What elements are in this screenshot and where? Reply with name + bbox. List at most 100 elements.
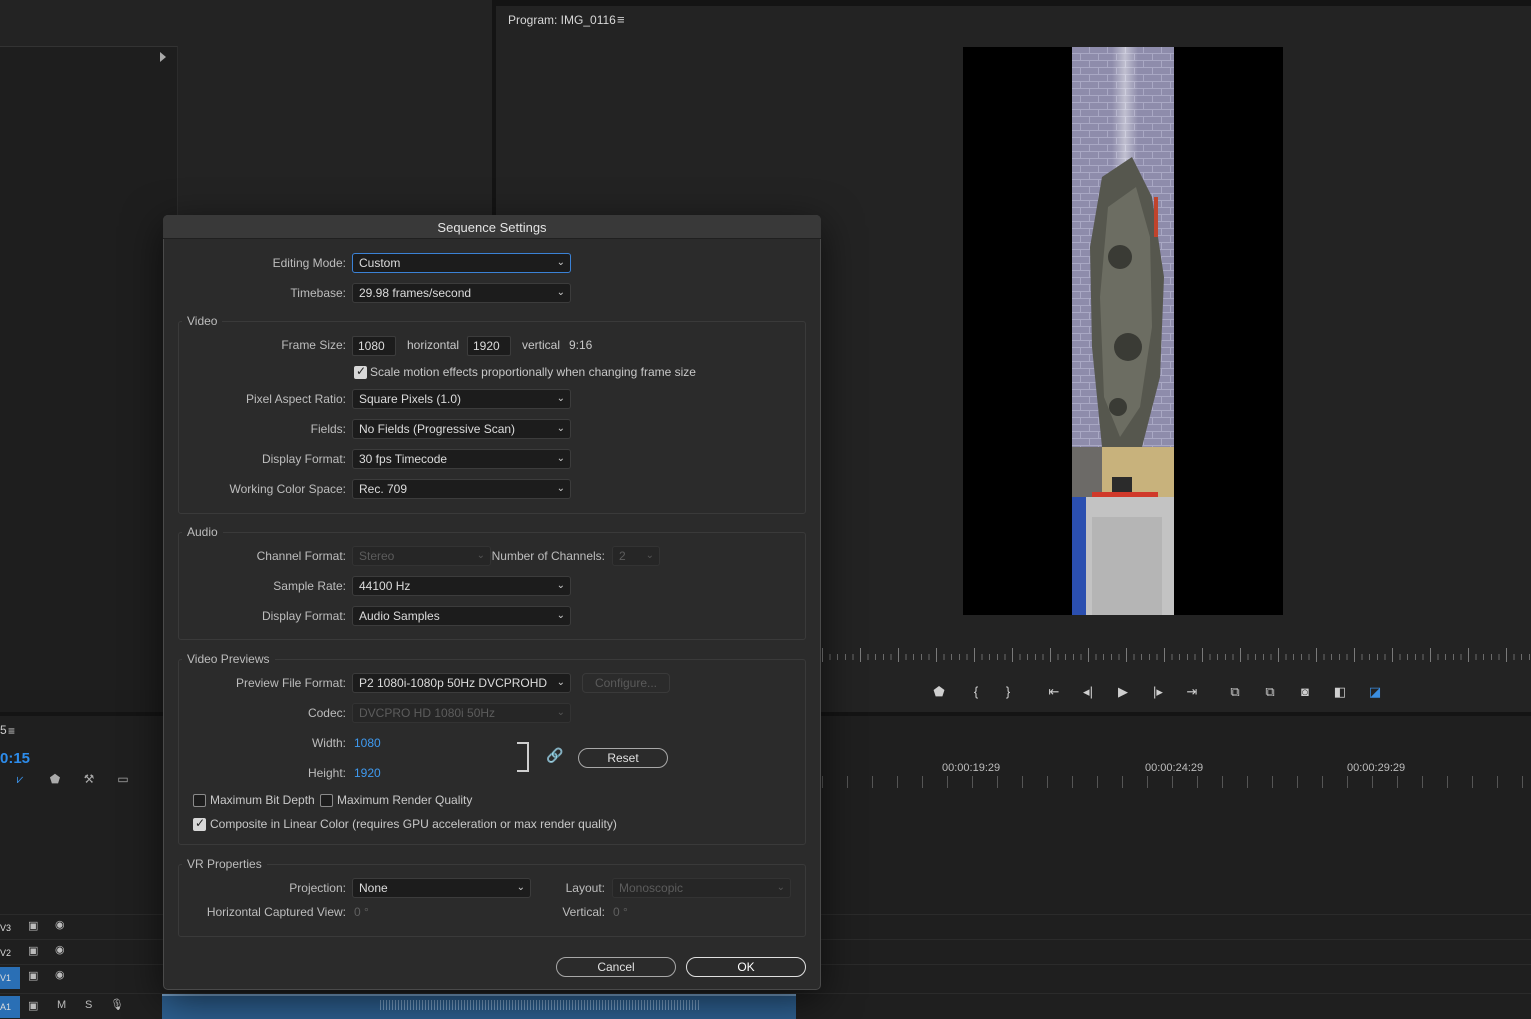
projection-value: None <box>359 881 388 895</box>
color-space-value: Rec. 709 <box>359 482 408 496</box>
mark-in-icon[interactable]: { <box>967 683 985 701</box>
eye-icon[interactable]: ◉ <box>55 968 65 981</box>
extract-icon[interactable]: ⧉ <box>1261 683 1279 701</box>
ruler-label: 00:00:24:29 <box>1145 762 1204 774</box>
cancel-button[interactable]: Cancel <box>556 957 676 977</box>
num-channels-select: 2 ⌄ <box>612 546 660 566</box>
chain-link-icon[interactable]: 🔗 <box>546 747 563 764</box>
eye-icon[interactable]: ◉ <box>55 918 65 931</box>
layout-label: Layout: <box>565 881 605 895</box>
linear-color-checkbox[interactable] <box>193 816 206 831</box>
track-label[interactable]: A1 <box>0 996 20 1018</box>
go-to-in-icon[interactable]: ⇤ <box>1045 683 1063 701</box>
audio-display-format-select[interactable]: Audio Samples ⌄ <box>352 606 571 626</box>
chevron-down-icon: ⌄ <box>556 393 565 404</box>
preview-width-label: Width: <box>311 736 346 750</box>
solo-button[interactable]: S <box>85 999 92 1011</box>
sample-rate-select[interactable]: 44100 Hz ⌄ <box>352 576 571 596</box>
color-space-select[interactable]: Rec. 709 ⌄ <box>352 479 571 499</box>
audio-display-format-value: Audio Samples <box>359 609 440 623</box>
projection-label: Projection: <box>289 881 346 895</box>
timeline-menu-icon[interactable]: ≡ <box>8 724 15 738</box>
chevron-down-icon: ⌄ <box>556 257 565 268</box>
comparison-view-icon[interactable]: ◧ <box>1331 683 1349 701</box>
pixel-aspect-value: Square Pixels (1.0) <box>359 392 462 406</box>
film-icon[interactable]: ▣ <box>28 999 38 1012</box>
scale-motion-checkbox[interactable] <box>354 364 367 379</box>
mark-out-icon[interactable]: } <box>999 683 1017 701</box>
proxy-toggle-icon[interactable]: ◪ <box>1366 683 1384 701</box>
film-icon[interactable]: ▣ <box>28 919 38 932</box>
layout-value: Monoscopic <box>619 881 684 895</box>
timeline-tab-label[interactable]: 5 <box>0 723 7 737</box>
timebase-label: Timebase: <box>290 286 346 300</box>
video-group-title: Video <box>182 314 223 328</box>
preview-height-label: Height: <box>307 766 346 780</box>
link-bracket <box>517 742 529 772</box>
timeline-marker-icon[interactable]: ⬟ <box>47 772 63 786</box>
source-subpanel <box>0 46 178 690</box>
program-monitor-title[interactable]: Program: IMG_0116 <box>508 13 616 27</box>
wrench-icon[interactable]: ⚒ <box>81 772 97 786</box>
export-frame-icon[interactable]: ◙ <box>1296 683 1314 701</box>
vr-group-title: VR Properties <box>182 857 267 871</box>
frame-height-field[interactable]: 1920 <box>467 336 511 356</box>
video-display-format-select[interactable]: 30 fps Timecode ⌄ <box>352 449 571 469</box>
max-render-quality-label[interactable]: Maximum Render Quality <box>337 793 472 807</box>
num-channels-value: 2 <box>619 549 626 563</box>
projection-select[interactable]: None ⌄ <box>352 878 531 898</box>
vertical-label: vertical <box>522 338 561 352</box>
chevron-down-icon: ⌄ <box>476 550 485 561</box>
timebase-select[interactable]: 29.98 frames/second ⌄ <box>352 283 571 303</box>
chevron-down-icon: ⌄ <box>556 677 565 688</box>
fields-value: No Fields (Progressive Scan) <box>359 422 516 436</box>
film-icon[interactable]: ▣ <box>28 944 38 957</box>
scale-motion-label[interactable]: Scale motion effects proportionally when… <box>370 365 696 379</box>
step-back-icon[interactable]: ◂| <box>1079 683 1097 701</box>
play-icon[interactable]: ▶ <box>1114 683 1132 701</box>
chevron-down-icon: ⌄ <box>645 550 654 561</box>
ok-button[interactable]: OK <box>686 957 806 977</box>
linear-color-label[interactable]: Composite in Linear Color (requires GPU … <box>210 817 617 831</box>
preview-format-value: P2 1080i-1080p 50Hz DVCPROHD <box>359 676 548 690</box>
pixel-aspect-label: Pixel Aspect Ratio: <box>245 392 346 406</box>
chevron-down-icon: ⌄ <box>556 580 565 591</box>
microphone-icon[interactable]: 🎙 <box>110 998 124 1011</box>
mute-button[interactable]: M <box>57 999 66 1011</box>
add-marker-icon[interactable]: ⬟ <box>930 683 948 701</box>
chevron-down-icon: ⌄ <box>556 287 565 298</box>
preview-format-label: Preview File Format: <box>235 676 346 690</box>
preview-height-value[interactable]: 1920 <box>354 766 381 780</box>
expand-arrow-icon[interactable] <box>160 52 166 62</box>
preview-width-value[interactable]: 1080 <box>354 736 381 750</box>
preview-format-select[interactable]: P2 1080i-1080p 50Hz DVCPROHD ⌄ <box>352 673 571 693</box>
film-icon[interactable]: ▣ <box>28 969 38 982</box>
timeline-timecode[interactable]: 0:15 <box>0 750 30 767</box>
track-label[interactable]: V1 <box>0 967 20 989</box>
panel-menu-icon[interactable]: ≡ <box>617 12 625 27</box>
max-render-quality-checkbox[interactable] <box>320 794 333 807</box>
captions-icon[interactable]: ▭ <box>115 772 131 786</box>
max-bit-depth-label[interactable]: Maximum Bit Depth <box>210 793 315 807</box>
eye-icon[interactable]: ◉ <box>55 943 65 956</box>
chevron-down-icon: ⌄ <box>516 882 525 893</box>
editing-mode-select[interactable]: Custom ⌄ <box>352 253 571 273</box>
editing-mode-label: Editing Mode: <box>272 256 346 270</box>
audio-display-format-label: Display Format: <box>261 609 346 623</box>
frame-width-field[interactable]: 1080 <box>352 336 396 356</box>
codec-value: DVCPRO HD 1080i 50Hz <box>359 706 496 720</box>
timeline-ruler[interactable] <box>822 776 1531 788</box>
aspect-ratio-readout: 9:16 <box>569 338 593 352</box>
codec-label: Codec: <box>307 706 346 720</box>
go-to-out-icon[interactable]: ⇥ <box>1183 683 1201 701</box>
chevron-down-icon: ⌄ <box>556 707 565 718</box>
snap-icon[interactable]: ⩗ <box>12 772 28 786</box>
max-bit-depth-checkbox[interactable] <box>193 794 206 807</box>
fields-select[interactable]: No Fields (Progressive Scan) ⌄ <box>352 419 571 439</box>
editing-mode-value: Custom <box>359 256 401 270</box>
lift-icon[interactable]: ⧉ <box>1226 683 1244 701</box>
step-forward-icon[interactable]: |▸ <box>1149 683 1167 701</box>
sample-rate-value: 44100 Hz <box>359 579 411 593</box>
reset-button[interactable]: Reset <box>578 748 668 768</box>
pixel-aspect-select[interactable]: Square Pixels (1.0) ⌄ <box>352 389 571 409</box>
